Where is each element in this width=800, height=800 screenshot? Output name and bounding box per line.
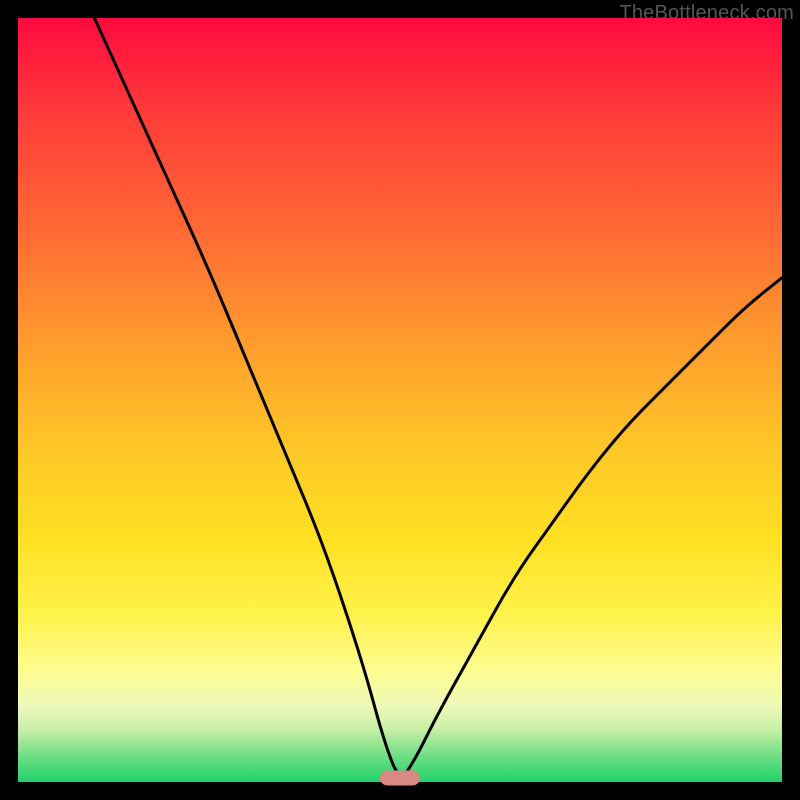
curve-svg [18,18,782,782]
bottleneck-curve [94,18,782,775]
optimal-marker [380,771,420,786]
plot-area [18,18,782,782]
chart-frame: TheBottleneck.com [0,0,800,800]
